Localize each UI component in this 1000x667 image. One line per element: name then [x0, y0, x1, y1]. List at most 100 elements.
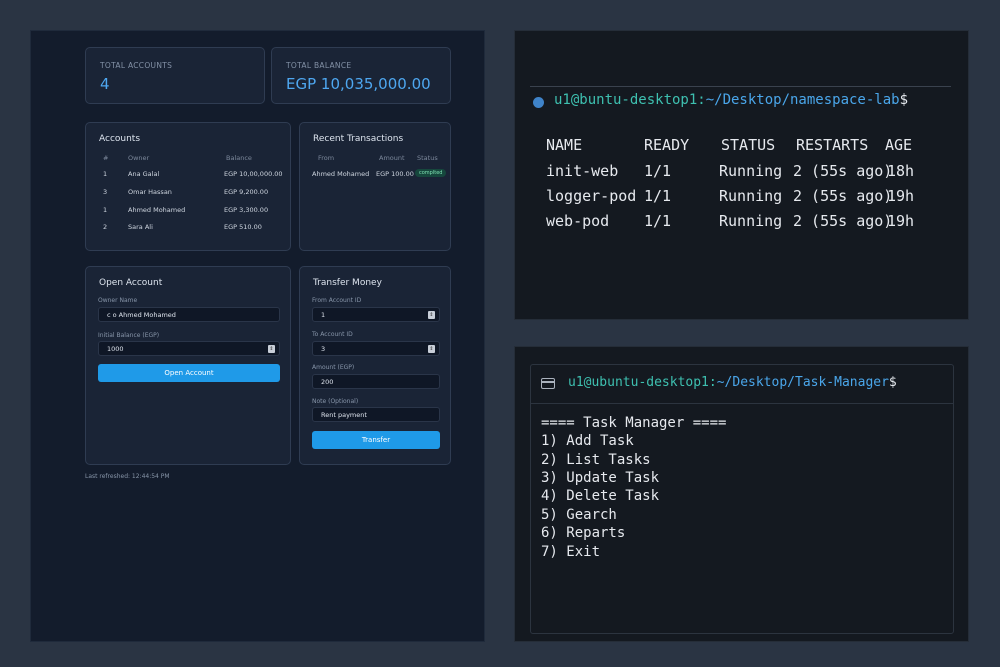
- pod-name: logger-pod: [546, 187, 637, 205]
- note-input[interactable]: Rent payment: [312, 407, 440, 422]
- transactions-header-from: From: [318, 154, 335, 162]
- transactions-title: Recent Transactions: [313, 134, 404, 144]
- column-header-status: STATUS: [721, 136, 776, 154]
- pod-status: Running: [719, 212, 783, 230]
- transfer-card: Transfer Money From Account ID 1 ⇕ To Ac…: [299, 266, 451, 465]
- transfer-title: Transfer Money: [313, 278, 382, 288]
- menu-item-update: 3) Update Task: [541, 470, 660, 486]
- accounts-card: Accounts # Owner Balance 1 Ana Galal EGP…: [85, 122, 291, 251]
- menu-item-add: 1) Add Task: [541, 433, 634, 449]
- account-balance: EGP 3,300.00: [224, 206, 269, 214]
- account-balance: EGP 9,200.00: [224, 188, 269, 196]
- prompt-user: u1@ubuntu-desktop1:: [568, 375, 717, 390]
- to-account-input[interactable]: 3 ⇕: [312, 341, 440, 356]
- divider: [530, 86, 951, 87]
- column-header-name: NAME: [546, 136, 583, 154]
- column-header-ready: READY: [644, 136, 690, 154]
- pod-restarts: 2 (55s ago): [793, 187, 893, 205]
- spinner-icon[interactable]: ⇕: [428, 345, 435, 353]
- account-balance: EGP 10,00,000.00: [224, 170, 283, 178]
- open-account-button[interactable]: Open Account: [98, 364, 280, 382]
- status-badge: complted: [415, 169, 447, 177]
- accounts-title: Accounts: [99, 134, 141, 144]
- pod-restarts: 2 (55s ago): [793, 162, 893, 180]
- terminal-prompt: u1@buntu-desktop1:~/Desktop/namespace-la…: [554, 92, 908, 108]
- account-owner: Ahmed Mohamed: [128, 206, 186, 214]
- prompt-symbol: $: [888, 375, 897, 390]
- status-dot-icon: [533, 97, 544, 108]
- note-value: Rent payment: [321, 411, 367, 419]
- amount-label: Amount (EGP): [312, 364, 355, 371]
- amount-value: 200: [321, 378, 334, 386]
- pod-status: Running: [719, 162, 783, 180]
- account-id: 1: [103, 206, 108, 214]
- transactions-card: Recent Transactions From Amount Status A…: [299, 122, 451, 251]
- terminal-window: u1@ubuntu-desktop1:~/Desktop/Task-Manage…: [530, 364, 954, 634]
- transfer-button[interactable]: Transfer: [312, 431, 440, 449]
- pod-ready: 1/1: [644, 162, 672, 180]
- column-header-restarts: RESTARTS: [796, 136, 869, 154]
- total-accounts-card: TOTAL ACCOUNTS 4: [85, 47, 265, 104]
- spinner-icon[interactable]: ⇕: [428, 311, 435, 319]
- bank-dashboard: TOTAL ACCOUNTS 4 TOTAL BALANCE EGP 10,03…: [30, 30, 485, 642]
- pod-age: 19h: [887, 212, 915, 230]
- transactions-header-amount: Amount: [379, 154, 405, 162]
- account-owner: Sara Ali: [128, 223, 153, 231]
- account-id: 2: [103, 223, 108, 231]
- to-account-label: To Account ID: [312, 331, 353, 338]
- accounts-header-balance: Balance: [226, 154, 252, 162]
- pod-restarts: 2 (55s ago): [793, 212, 893, 230]
- open-account-card: Open Account Owner Name c o Ahmed Mohame…: [85, 266, 291, 465]
- owner-name-label: Owner Name: [98, 297, 138, 304]
- account-owner: Omar Hassan: [128, 188, 172, 196]
- account-balance: EGP 510.00: [224, 223, 262, 231]
- terminal-window-icon: [541, 378, 555, 389]
- pod-name: web-pod: [546, 212, 610, 230]
- from-account-input[interactable]: 1 ⇕: [312, 307, 440, 322]
- transactions-header-status: Status: [417, 154, 438, 162]
- k8s-terminal[interactable]: u1@buntu-desktop1:~/Desktop/namespace-la…: [514, 30, 969, 320]
- transaction-from: Ahmed Mohamed: [312, 170, 370, 178]
- last-refreshed: Last refreshed: 12:44:54 PM: [85, 473, 170, 480]
- total-accounts-label: TOTAL ACCOUNTS: [100, 61, 173, 70]
- prompt-path: ~/Desktop/namespace-lab: [705, 92, 900, 108]
- menu-title: ==== Task Manager ====: [541, 415, 727, 431]
- menu-item-search: 5) Gearch: [541, 507, 617, 523]
- account-id: 1: [103, 170, 108, 178]
- accounts-header-id: #: [103, 154, 109, 162]
- account-owner: Ana Galal: [128, 170, 160, 178]
- menu-item-exit: 7) Exit: [541, 544, 601, 560]
- initial-balance-input[interactable]: 1000 ⇕: [98, 341, 280, 356]
- accounts-header-owner: Owner: [128, 154, 150, 162]
- prompt-user: u1@buntu-desktop1:: [554, 92, 706, 108]
- pod-name: init-web: [546, 162, 619, 180]
- prompt-symbol: $: [899, 92, 909, 108]
- note-label: Note (Optional): [312, 398, 359, 405]
- amount-input[interactable]: 200: [312, 374, 440, 389]
- owner-name-value: c o Ahmed Mohamed: [107, 311, 176, 319]
- task-manager-terminal[interactable]: u1@ubuntu-desktop1:~/Desktop/Task-Manage…: [514, 346, 969, 642]
- terminal-prompt: u1@ubuntu-desktop1:~/Desktop/Task-Manage…: [568, 375, 897, 390]
- menu-item-delete: 4) Delete Task: [541, 488, 660, 504]
- menu-item-list: 2) List Tasks: [541, 452, 651, 468]
- column-header-age: AGE: [885, 136, 913, 154]
- pod-ready: 1/1: [644, 212, 672, 230]
- open-account-title: Open Account: [99, 278, 163, 288]
- pod-age: 19h: [887, 187, 915, 205]
- total-balance-card: TOTAL BALANCE EGP 10,035,000.00: [271, 47, 451, 104]
- spinner-icon[interactable]: ⇕: [268, 345, 275, 353]
- pod-ready: 1/1: [644, 187, 672, 205]
- prompt-project: Task-Manager: [795, 375, 889, 390]
- pod-age: 18h: [887, 162, 915, 180]
- transaction-amount: EGP 100.00: [376, 170, 414, 178]
- initial-balance-value: 1000: [107, 345, 124, 353]
- to-account-value: 3: [321, 345, 326, 353]
- total-balance-label: TOTAL BALANCE: [286, 61, 352, 70]
- total-accounts-value: 4: [100, 75, 110, 93]
- total-balance-value: EGP 10,035,000.00: [286, 75, 431, 93]
- divider: [531, 403, 953, 404]
- owner-name-input[interactable]: c o Ahmed Mohamed: [98, 307, 280, 322]
- from-account-label: From Account ID: [312, 297, 362, 304]
- menu-item-reports: 6) Reparts: [541, 525, 626, 541]
- account-id: 3: [103, 188, 108, 196]
